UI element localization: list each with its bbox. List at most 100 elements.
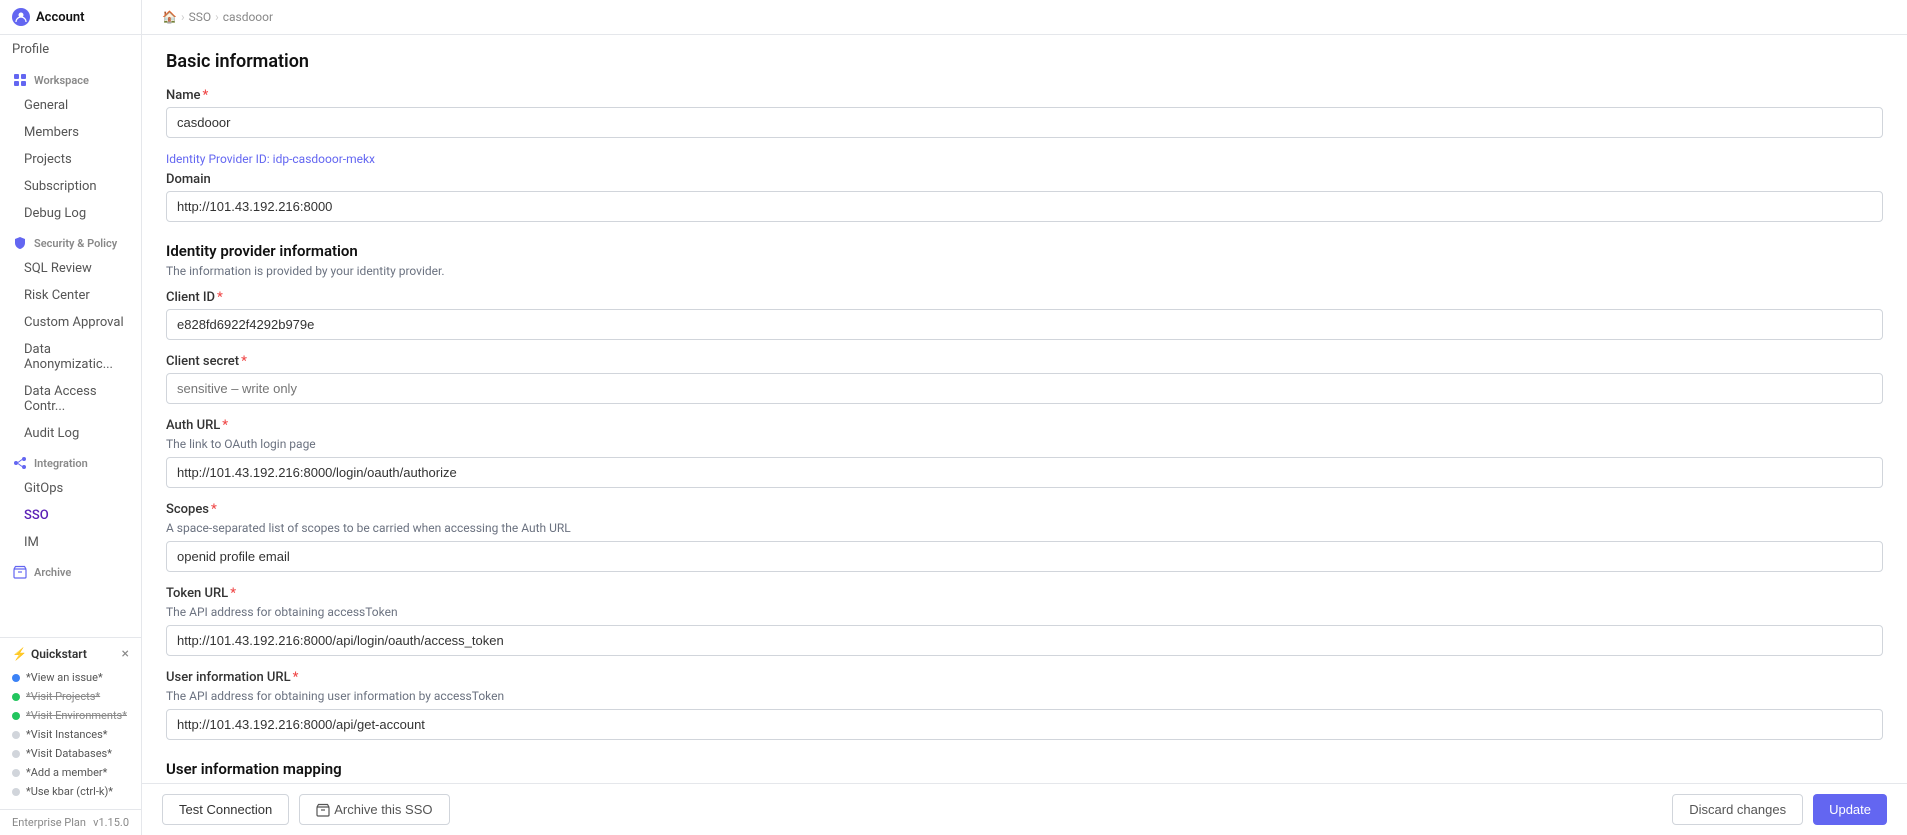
- domain-input[interactable]: [166, 191, 1883, 222]
- breadcrumb: 🏠 › SSO › casdooor: [142, 0, 1907, 35]
- breadcrumb-sep-1: ›: [181, 10, 185, 24]
- name-input[interactable]: [166, 107, 1883, 138]
- sidebar: Account Profile Workspace General Member…: [0, 0, 142, 835]
- user-info-url-group: User information URL * The API address f…: [166, 670, 1883, 740]
- sidebar-item-audit-log[interactable]: Audit Log: [0, 420, 141, 447]
- integration-icon: [12, 455, 28, 471]
- token-url-label: Token URL *: [166, 586, 1883, 601]
- sidebar-integration-section: Integration: [0, 447, 141, 475]
- quickstart-item-5[interactable]: *Add a member*: [12, 763, 129, 782]
- breadcrumb-current: casdooor: [223, 10, 273, 24]
- identity-provider-desc: The information is provided by your iden…: [166, 264, 1883, 278]
- sidebar-item-members[interactable]: Members: [0, 119, 141, 146]
- sidebar-item-general[interactable]: General: [0, 92, 141, 119]
- identity-provider-id-value: idp-casdooor-mekx: [273, 152, 375, 166]
- quickstart-dot-4: [12, 750, 20, 758]
- scopes-hint: A space-separated list of scopes to be c…: [166, 521, 1883, 535]
- archive-sso-button[interactable]: Archive this SSO: [299, 794, 449, 825]
- scopes-label: Scopes *: [166, 502, 1883, 517]
- scopes-required: *: [211, 502, 217, 517]
- token-url-input[interactable]: [166, 625, 1883, 656]
- workspace-label: Workspace: [34, 74, 89, 87]
- client-id-group: Client ID *: [166, 290, 1883, 340]
- basic-info-title: Basic information: [166, 51, 1883, 72]
- account-label: Account: [36, 10, 84, 25]
- enterprise-plan-label: Enterprise Plan: [12, 816, 86, 829]
- sidebar-item-gitops[interactable]: GitOps: [0, 475, 141, 502]
- quickstart-close-button[interactable]: ×: [122, 646, 129, 662]
- sidebar-item-subscription[interactable]: Subscription: [0, 173, 141, 200]
- account-icon: [12, 8, 30, 26]
- token-url-hint: The API address for obtaining accessToke…: [166, 605, 1883, 619]
- sidebar-item-projects[interactable]: Projects: [0, 146, 141, 173]
- shield-icon: [12, 235, 28, 251]
- security-label: Security & Policy: [34, 237, 117, 250]
- auth-url-label: Auth URL *: [166, 418, 1883, 433]
- test-connection-button[interactable]: Test Connection: [162, 794, 289, 825]
- sidebar-item-sso[interactable]: SSO: [0, 502, 141, 529]
- quickstart-panel: ⚡ Quickstart × *View an issue* *Visit Pr…: [0, 637, 141, 809]
- sidebar-item-data-anonymization[interactable]: Data Anonymizatic...: [0, 336, 141, 378]
- quickstart-header: ⚡ Quickstart ×: [12, 646, 129, 662]
- client-id-input[interactable]: [166, 309, 1883, 340]
- breadcrumb-sso-link[interactable]: SSO: [189, 10, 212, 24]
- quickstart-dot-6: [12, 788, 20, 796]
- version-label: v1.15.0: [93, 816, 129, 829]
- quickstart-dot-5: [12, 769, 20, 777]
- sidebar-item-im[interactable]: IM: [0, 529, 141, 556]
- quickstart-dot-1: [12, 693, 20, 701]
- sidebar-item-sql-review[interactable]: SQL Review: [0, 255, 141, 282]
- identity-provider-id: Identity Provider ID: idp-casdooor-mekx: [166, 152, 1883, 166]
- quickstart-item-1[interactable]: *Visit Projects*: [12, 687, 129, 706]
- sidebar-workspace-section: Workspace: [0, 64, 141, 92]
- main-content: 🏠 › SSO › casdooor Basic information Nam…: [142, 0, 1907, 835]
- client-secret-group: Client secret *: [166, 354, 1883, 404]
- quickstart-item-3[interactable]: *Visit Instances*: [12, 725, 129, 744]
- client-secret-input[interactable]: [166, 373, 1883, 404]
- breadcrumb-sep-2: ›: [215, 10, 219, 24]
- profile-label: Profile: [12, 42, 49, 57]
- quickstart-item-0[interactable]: *View an issue*: [12, 668, 129, 687]
- mapping-title: User information mapping: [166, 760, 1883, 778]
- scopes-group: Scopes * A space-separated list of scope…: [166, 502, 1883, 572]
- quickstart-dot-0: [12, 674, 20, 682]
- sidebar-item-debug-log[interactable]: Debug Log: [0, 200, 141, 227]
- identity-provider-section-title: Identity provider information: [166, 242, 1883, 260]
- user-info-url-input[interactable]: [166, 709, 1883, 740]
- user-info-url-required: *: [293, 670, 299, 685]
- update-button[interactable]: Update: [1813, 794, 1887, 825]
- domain-field-group: Domain: [166, 172, 1883, 222]
- token-url-required: *: [230, 586, 236, 601]
- client-secret-required: *: [241, 354, 247, 369]
- sidebar-item-risk-center[interactable]: Risk Center: [0, 282, 141, 309]
- sidebar-item-data-access[interactable]: Data Access Contr...: [0, 378, 141, 420]
- integration-label: Integration: [34, 457, 88, 470]
- auth-url-group: Auth URL * The link to OAuth login page: [166, 418, 1883, 488]
- name-label: Name *: [166, 88, 1883, 103]
- archive-label: Archive: [34, 566, 71, 579]
- user-info-url-hint: The API address for obtaining user infor…: [166, 689, 1883, 703]
- quickstart-item-4[interactable]: *Visit Databases*: [12, 744, 129, 763]
- quickstart-item-2[interactable]: *Visit Environments*: [12, 706, 129, 725]
- client-id-required: *: [217, 290, 223, 305]
- footer-left: Test Connection Archive this SSO: [162, 794, 450, 825]
- home-icon[interactable]: 🏠: [162, 10, 177, 24]
- quickstart-item-6[interactable]: *Use kbar (ctrl-k)*: [12, 782, 129, 801]
- discard-button[interactable]: Discard changes: [1672, 794, 1803, 825]
- page-content: Basic information Name * Identity Provid…: [142, 35, 1907, 835]
- auth-url-input[interactable]: [166, 457, 1883, 488]
- account-section: Account: [0, 0, 141, 35]
- archive-icon: [12, 564, 28, 580]
- scopes-input[interactable]: [166, 541, 1883, 572]
- user-info-url-label: User information URL *: [166, 670, 1883, 685]
- token-url-group: Token URL * The API address for obtainin…: [166, 586, 1883, 656]
- client-secret-label: Client secret *: [166, 354, 1883, 369]
- archive-btn-icon: [316, 803, 330, 817]
- sidebar-security-section: Security & Policy: [0, 227, 141, 255]
- auth-url-hint: The link to OAuth login page: [166, 437, 1883, 451]
- sidebar-item-custom-approval[interactable]: Custom Approval: [0, 309, 141, 336]
- footer-right: Discard changes Update: [1672, 794, 1887, 825]
- sidebar-item-profile[interactable]: Profile: [0, 35, 141, 64]
- quickstart-dot-3: [12, 731, 20, 739]
- enterprise-badge: Enterprise Plan v1.15.0: [0, 809, 141, 835]
